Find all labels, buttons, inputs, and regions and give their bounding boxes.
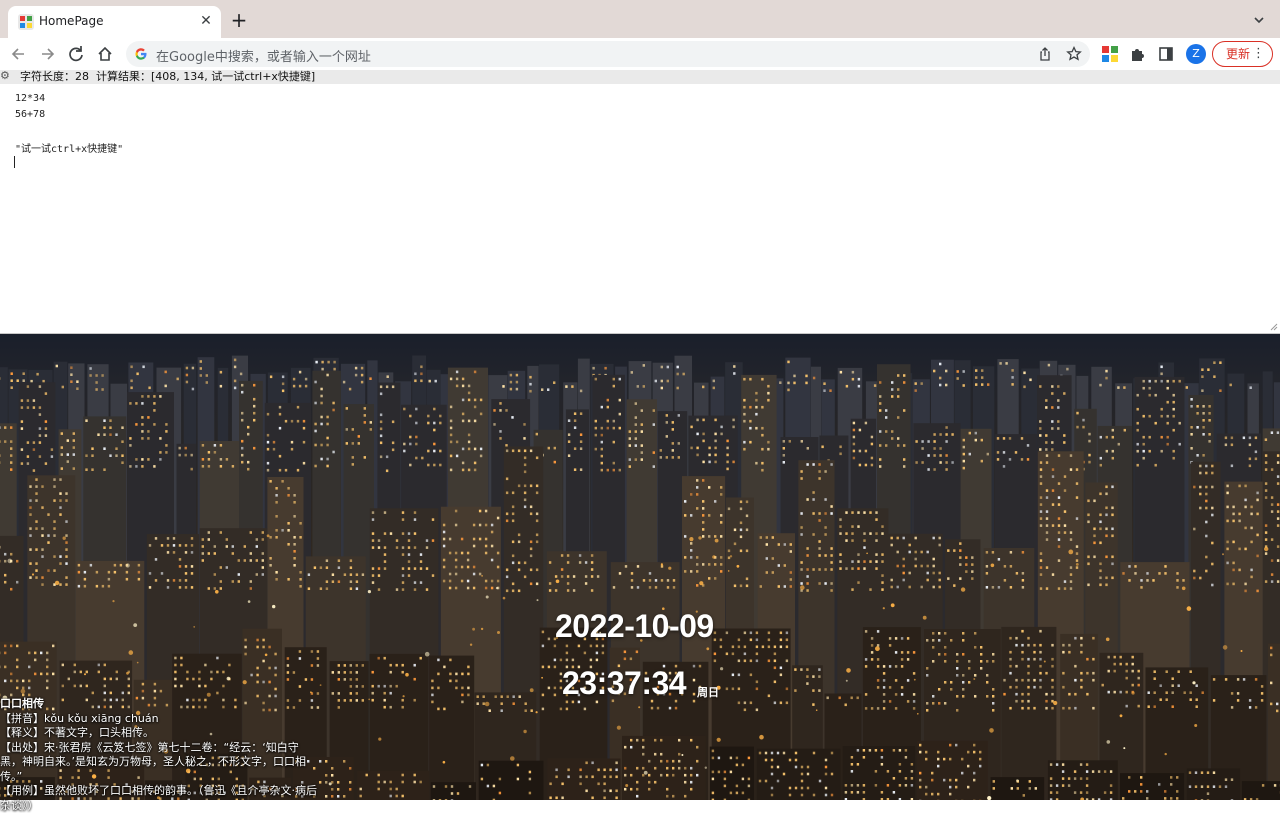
back-arrow-icon[interactable]: [8, 43, 30, 65]
clock-date: 2022-10-09: [555, 608, 714, 645]
google-g-icon: [134, 47, 148, 61]
close-tab-icon[interactable]: ✕: [197, 12, 215, 30]
update-button-label: 更新: [1226, 47, 1250, 61]
extension-colorful-icon[interactable]: [1101, 45, 1119, 63]
idiom-panel: 口口相传 【拼音】kǒu kǒu xiāng chuán 【释义】不著文字，口头…: [0, 697, 320, 813]
tab-strip: HomePage ✕ +: [0, 0, 1280, 38]
calc-status-text: 字符长度：28 计算结果：[408, 134, 试一试ctrl+x快捷键]: [20, 70, 315, 83]
update-button[interactable]: 更新 ⋮: [1212, 41, 1273, 67]
idiom-example: 【用例】虽然他败坏了口口相传的韵事。（鲁迅《且介亭杂文·病后杂谈》）: [0, 784, 320, 813]
text-caret: [14, 156, 15, 168]
address-bar[interactable]: 在Google中搜索，或者输入一个网址: [126, 41, 1090, 67]
idiom-title: 口口相传: [0, 697, 320, 712]
editor-line: "试一试ctrl+x快捷键": [15, 140, 123, 155]
clock-weekday: 周日: [697, 684, 719, 700]
tab-title: HomePage: [39, 14, 104, 28]
chevron-down-icon[interactable]: [1252, 13, 1266, 27]
calc-status-bar: ⚙ 字符长度：28 计算结果：[408, 134, 试一试ctrl+x快捷键]: [0, 70, 1280, 84]
reload-icon[interactable]: [65, 43, 87, 65]
share-icon[interactable]: [1037, 46, 1053, 62]
profile-avatar[interactable]: Z: [1186, 44, 1206, 64]
plus-icon[interactable]: +: [229, 10, 249, 30]
idiom-pinyin: 【拼音】kǒu kǒu xiāng chuán: [0, 712, 320, 727]
calculator-editor[interactable]: 12*34 56+78 "试一试ctrl+x快捷键": [0, 84, 1280, 334]
idiom-source: 【出处】宋·张君房《云笈七签》第七十二卷：“经云：‘知白守黑，神明自来。’是知玄…: [0, 741, 320, 785]
home-icon[interactable]: [94, 43, 116, 65]
puzzle-extensions-icon[interactable]: [1129, 45, 1147, 63]
browser-toolbar: 在Google中搜索，或者输入一个网址 Z 更新 ⋮: [0, 38, 1280, 70]
idiom-meaning: 【释义】不著文字，口头相传。: [0, 726, 320, 741]
bookmark-star-icon[interactable]: [1065, 45, 1083, 63]
editor-line: 12*34: [15, 93, 45, 104]
forward-arrow-icon[interactable]: [36, 43, 58, 65]
resize-grip-icon[interactable]: [1270, 323, 1278, 331]
side-panel-icon[interactable]: [1157, 45, 1175, 63]
address-bar-placeholder: 在Google中搜索，或者输入一个网址: [156, 46, 371, 65]
homepage-favicon-icon: [18, 14, 34, 30]
editor-line: 56+78: [15, 109, 45, 120]
more-menu-icon[interactable]: ⋮: [1252, 42, 1265, 66]
tab-homepage[interactable]: HomePage ✕: [8, 6, 221, 38]
gear-icon[interactable]: ⚙: [0, 70, 12, 82]
clock-time: 23:37:34: [562, 665, 686, 702]
